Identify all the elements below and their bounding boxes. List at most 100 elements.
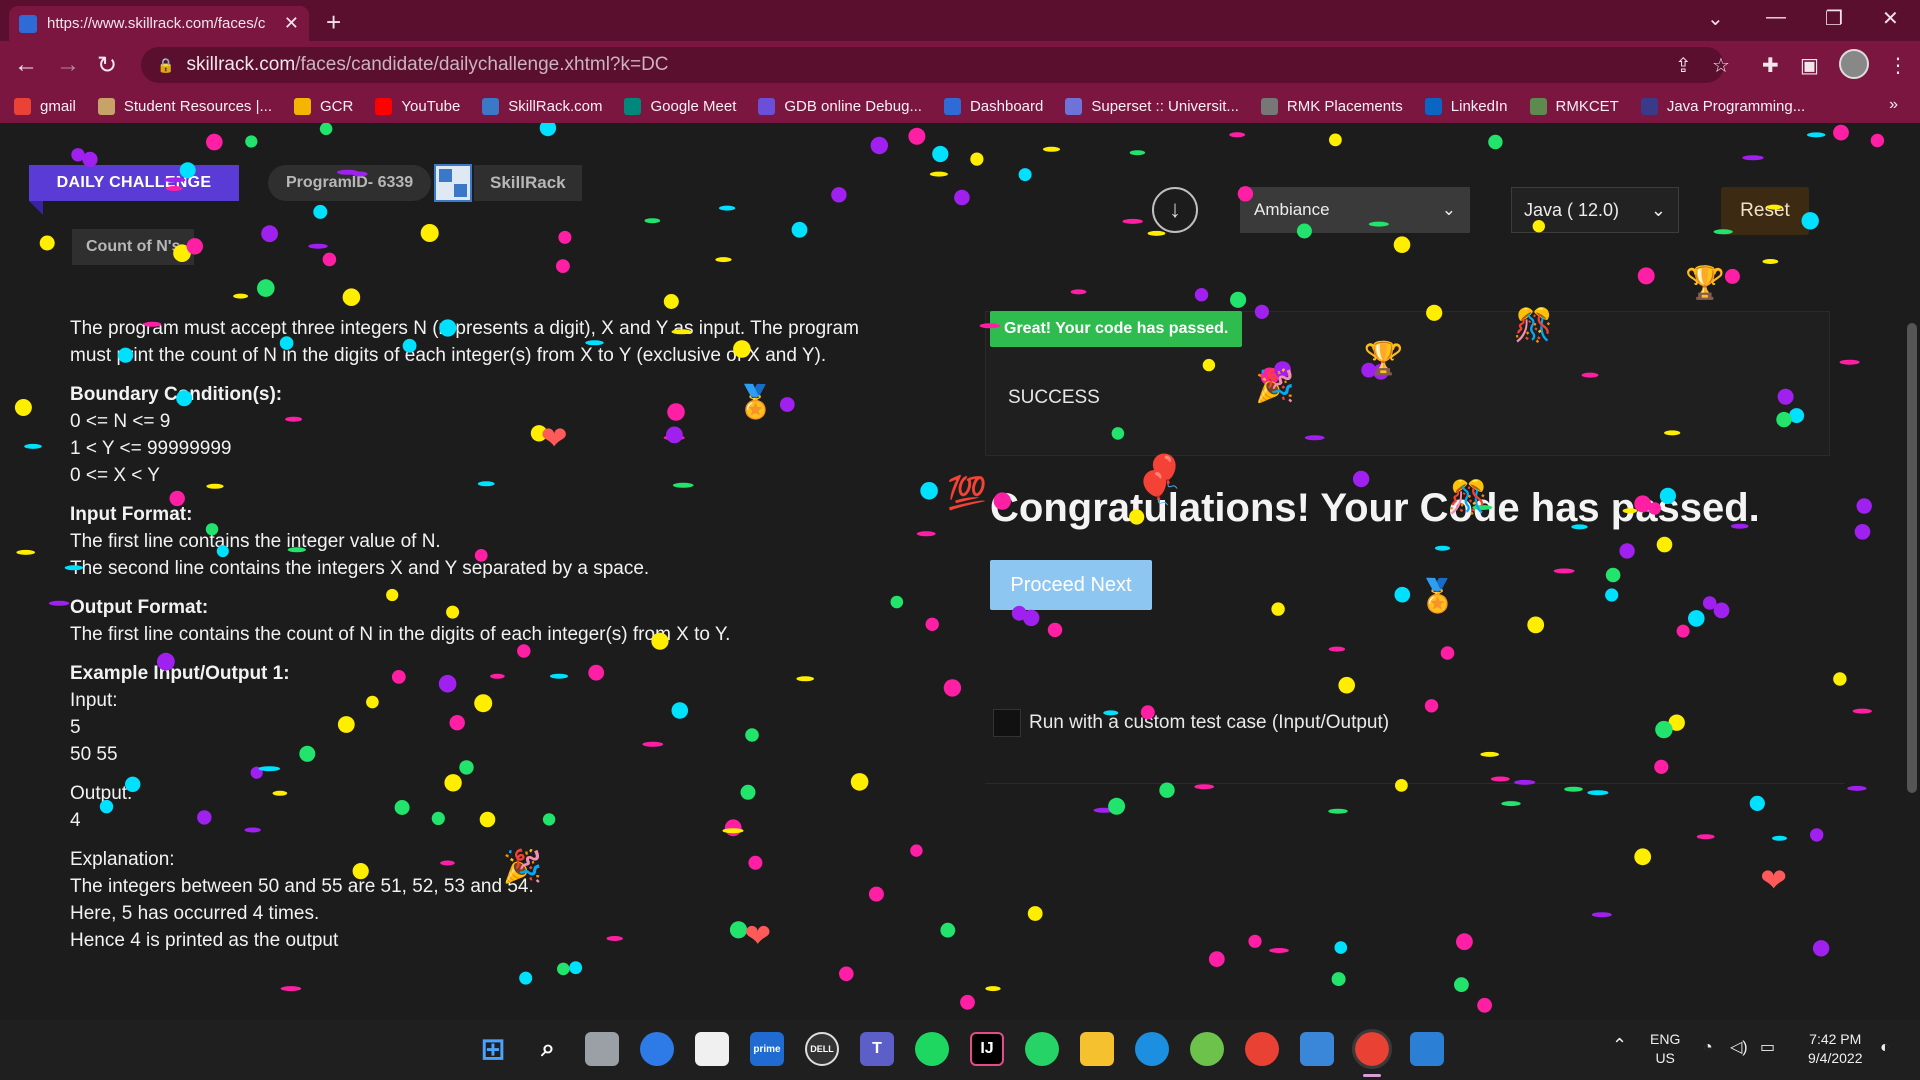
- search-icon[interactable]: ⌕: [531, 1032, 565, 1066]
- back-icon[interactable]: ←: [14, 51, 38, 79]
- address-bar[interactable]: 🔒 skillrack.com/faces/candidate/dailycha…: [141, 47, 1724, 83]
- confetti-piece: [1605, 588, 1619, 602]
- forward-icon[interactable]: →: [56, 51, 80, 79]
- whatsapp-icon[interactable]: [1025, 1032, 1059, 1066]
- bookmark-favicon-icon: [1640, 97, 1658, 115]
- reset-button[interactable]: Reset: [1721, 187, 1809, 235]
- boundary-line: 0 <= N <= 9: [70, 411, 171, 432]
- prime-video-icon[interactable]: prime: [750, 1032, 784, 1066]
- tab-search-icon[interactable]: ⌄: [1707, 6, 1724, 31]
- store-icon[interactable]: [695, 1032, 729, 1066]
- minimize-icon[interactable]: —: [1766, 6, 1786, 29]
- proceed-next-button[interactable]: Proceed Next: [990, 560, 1152, 610]
- task-view-icon[interactable]: [585, 1032, 619, 1066]
- confetti-piece: [1762, 259, 1779, 264]
- wifi-icon[interactable]: ◔: [1703, 1038, 1713, 1057]
- bookmark-item[interactable]: GCR: [294, 97, 353, 115]
- teams-icon[interactable]: T: [860, 1032, 894, 1066]
- bookmark-item[interactable]: GDB online Debug...: [758, 97, 922, 115]
- confetti-piece: [261, 225, 278, 243]
- tab-strip: https://www.skillrack.com/faces/c ✕ + ⌄ …: [0, 0, 1920, 41]
- celebration-emoji-icon: 💯: [947, 475, 987, 511]
- confetti-piece: [24, 443, 42, 449]
- language-select[interactable]: Java ( 12.0) ⌄: [1511, 187, 1679, 233]
- confetti-piece: [71, 148, 85, 162]
- photos-icon[interactable]: [1410, 1032, 1444, 1066]
- intellij-icon[interactable]: IJ: [970, 1032, 1004, 1066]
- confetti-piece: [313, 204, 328, 219]
- confetti-piece: [1352, 470, 1370, 488]
- bookmark-item[interactable]: LinkedIn: [1424, 97, 1508, 115]
- windows-start-icon[interactable]: ⊞: [476, 1032, 510, 1066]
- confetti-piece: [1456, 933, 1473, 951]
- bookmark-favicon-icon: [1260, 97, 1278, 115]
- bookmark-item[interactable]: Superset :: Universit...: [1065, 97, 1239, 115]
- restore-icon[interactable]: ❐: [1825, 6, 1843, 31]
- confetti-piece: [1839, 359, 1860, 365]
- bookmark-star-icon[interactable]: ☆: [1712, 53, 1730, 78]
- close-window-icon[interactable]: ✕: [1882, 6, 1899, 31]
- menu-icon[interactable]: ⋮: [1888, 53, 1908, 78]
- reload-icon[interactable]: ↻: [97, 51, 117, 80]
- tray-overflow-icon[interactable]: ⌃: [1612, 1036, 1627, 1055]
- battery-icon[interactable]: ▭: [1760, 1038, 1775, 1057]
- confetti-piece: [1488, 134, 1503, 150]
- bookmark-item[interactable]: Java Programming...: [1640, 97, 1805, 115]
- scrollbar-thumb[interactable]: [1907, 323, 1917, 793]
- confetti-piece: [1812, 940, 1830, 957]
- bookmark-item[interactable]: RMK Placements: [1260, 97, 1403, 115]
- bookmark-item[interactable]: Dashboard: [943, 97, 1043, 115]
- confetti-piece: [1230, 291, 1247, 308]
- bookmark-item[interactable]: Google Meet: [624, 97, 736, 115]
- profile-avatar[interactable]: [1839, 49, 1869, 79]
- browser-tab[interactable]: https://www.skillrack.com/faces/c ✕: [9, 6, 309, 41]
- widgets-icon[interactable]: [640, 1032, 674, 1066]
- confetti-piece: [1634, 848, 1652, 866]
- output-format-line: The first line contains the count of N i…: [70, 624, 731, 645]
- confetti-piece: [1490, 776, 1510, 782]
- bookmark-label: Superset :: Universit...: [1091, 97, 1239, 115]
- download-button[interactable]: ↓: [1152, 187, 1198, 233]
- confetti-piece: [1194, 784, 1214, 790]
- side-panel-icon[interactable]: ▣: [1800, 53, 1819, 78]
- confetti-piece: [342, 288, 361, 306]
- share-icon[interactable]: ⇪: [1675, 53, 1692, 78]
- custom-test-row[interactable]: Run with a custom test case (Input/Outpu…: [993, 709, 1389, 737]
- file-explorer-icon[interactable]: [1080, 1032, 1114, 1066]
- confetti-piece: [16, 549, 35, 555]
- bookmark-item[interactable]: YouTube: [375, 97, 460, 115]
- confetti-piece: [1435, 545, 1450, 551]
- confetti-piece: [1070, 289, 1087, 295]
- dell-icon[interactable]: DELL: [805, 1032, 839, 1066]
- bookmarks-overflow-icon[interactable]: »: [1889, 96, 1898, 114]
- theme-select[interactable]: Ambiance ⌄: [1240, 187, 1470, 233]
- daily-challenge-label: DAILY CHALLENGE: [29, 165, 239, 201]
- bookmark-item[interactable]: gmail: [14, 97, 76, 115]
- confetti-piece: [1440, 646, 1455, 660]
- confetti-piece: [1047, 622, 1063, 638]
- utorrent-icon[interactable]: [1190, 1032, 1224, 1066]
- tab-close-icon[interactable]: ✕: [284, 13, 299, 34]
- chrome-profile-icon[interactable]: [1352, 1029, 1392, 1069]
- bookmark-item[interactable]: RMKCET: [1529, 97, 1619, 115]
- volume-icon[interactable]: ◁): [1730, 1038, 1748, 1057]
- boundary-line: 1 < Y <= 99999999: [70, 438, 232, 459]
- chrome-icon[interactable]: [1245, 1032, 1279, 1066]
- new-tab-button[interactable]: +: [326, 7, 341, 38]
- confetti-piece: [245, 135, 258, 148]
- edge-icon[interactable]: [1135, 1032, 1169, 1066]
- notifications-icon[interactable]: ◐: [1880, 1038, 1890, 1057]
- extensions-icon[interactable]: ✚: [1762, 53, 1779, 78]
- language-indicator[interactable]: ENG US: [1650, 1030, 1680, 1068]
- bookmark-favicon-icon: [1065, 97, 1083, 115]
- bookmark-item[interactable]: SkillRack.com: [482, 97, 602, 115]
- url-path: /faces/candidate/dailychallenge.xhtml?k=…: [295, 54, 669, 75]
- custom-test-checkbox[interactable]: [993, 709, 1021, 737]
- spotify-icon[interactable]: [915, 1032, 949, 1066]
- skillrack-brand[interactable]: SkillRack: [474, 165, 582, 201]
- notepad-icon[interactable]: [1300, 1032, 1334, 1066]
- bookmark-item[interactable]: Student Resources |...: [97, 97, 272, 115]
- clock[interactable]: 7:42 PM 9/4/2022: [1808, 1030, 1863, 1068]
- confetti-piece: [1394, 586, 1411, 603]
- scrollbar[interactable]: [1904, 123, 1920, 1020]
